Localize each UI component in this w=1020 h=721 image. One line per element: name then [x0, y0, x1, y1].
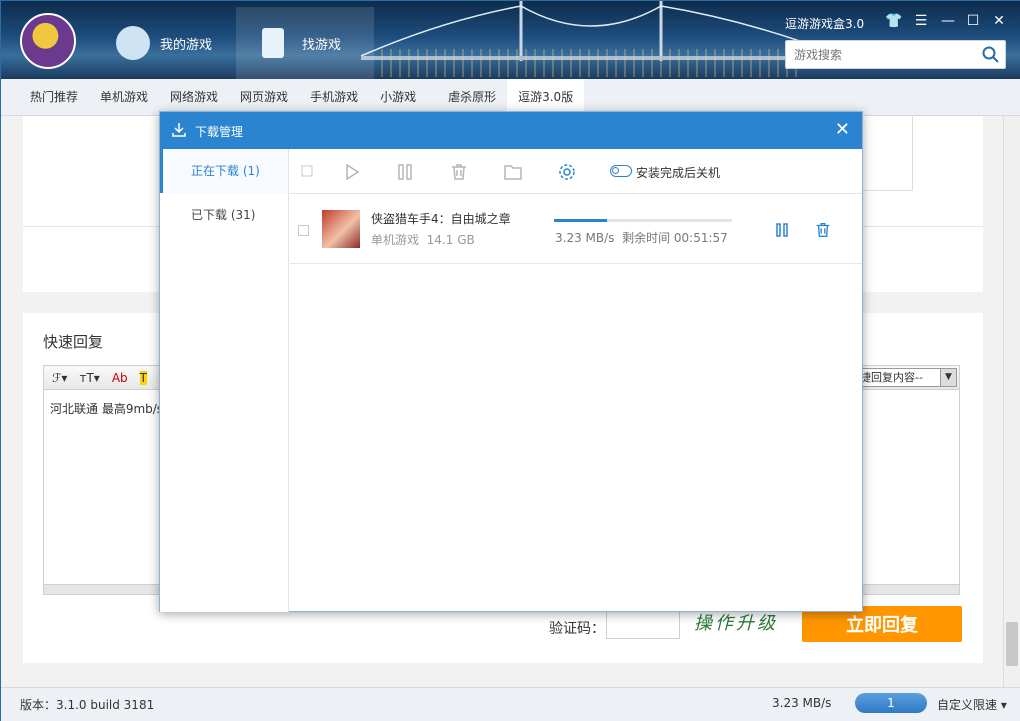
- progress-bar: [554, 219, 732, 222]
- editor-content[interactable]: 河北联通 最高9mb/s: [50, 400, 163, 417]
- shirt-icon[interactable]: 👕: [884, 11, 904, 31]
- download-speed: 3.23 MB/s: [772, 696, 832, 710]
- delete-icon[interactable]: [814, 221, 832, 239]
- captcha-label: 验证码：: [549, 621, 605, 637]
- tab-mobile[interactable]: 手机游戏: [299, 79, 369, 115]
- gear-icon[interactable]: [557, 162, 577, 182]
- download-count-badge[interactable]: 1: [855, 693, 927, 713]
- tab-web[interactable]: 网页游戏: [229, 79, 299, 115]
- tab-online[interactable]: 网络游戏: [159, 79, 229, 115]
- game-name: 侠盗猎车手4：自由城之章: [371, 212, 511, 226]
- header-banner: 我的游戏 找游戏 逗游游戏盒3.0 👕 ☰ — ☐ ✕: [1, 1, 1020, 79]
- tab-single[interactable]: 单机游戏: [89, 79, 159, 115]
- font-size-icon[interactable]: тT▾: [79, 371, 99, 385]
- nav-my-games[interactable]: 我的游戏: [106, 7, 231, 79]
- minimize-icon[interactable]: —: [938, 11, 958, 31]
- chevron-down-icon: ▼: [940, 369, 956, 386]
- font-color-icon[interactable]: Ab: [112, 371, 128, 385]
- version-text: 版本：3.1.0 build 3181: [20, 698, 155, 712]
- scrollbar-thumb[interactable]: [1006, 622, 1018, 666]
- user-gamepad-icon: [116, 26, 150, 60]
- search-icon[interactable]: [982, 46, 999, 63]
- dialog-header: 下载管理 ✕: [160, 112, 862, 149]
- row-speed: 3.23 MB/s: [555, 231, 615, 245]
- dialog-sidebar: 正在下载 (1) 已下载 (31): [160, 149, 289, 612]
- download-toolbar: 安装完成后关机: [290, 149, 862, 194]
- search-box[interactable]: [785, 40, 1006, 69]
- quick-reply-select[interactable]: 捷回复内容-- ▼: [857, 368, 957, 387]
- gamepad-icon: [262, 28, 284, 58]
- shutdown-toggle-label: 安装完成后关机: [636, 166, 721, 180]
- download-row[interactable]: 侠盗猎车手4：自由城之章 单机游戏 14.1 GB 3.23 MB/s 剩余时间…: [290, 195, 862, 264]
- tab-prototype[interactable]: 虐杀原形: [437, 79, 507, 115]
- game-meta: 单机游戏 14.1 GB: [371, 231, 475, 248]
- download-manager-dialog: 下载管理 ✕ 正在下载 (1) 已下载 (31) 安装完成后关机 侠盗猎车手4：…: [159, 111, 863, 612]
- sidebar-item-downloaded[interactable]: 已下载 (31): [160, 193, 288, 237]
- captcha-image[interactable]: 操作升级: [686, 609, 786, 639]
- app-window: 我的游戏 找游戏 逗游游戏盒3.0 👕 ☰ — ☐ ✕ 热门推荐 单机游戏 网络…: [0, 0, 1020, 721]
- tab-version[interactable]: 逗游3.0版: [507, 79, 585, 115]
- close-icon[interactable]: ✕: [989, 11, 1009, 31]
- nav-find-games-label: 找游戏: [302, 37, 342, 53]
- user-avatar[interactable]: [20, 13, 76, 69]
- select-all-checkbox[interactable]: [298, 162, 318, 182]
- page-scrollbar[interactable]: [1003, 116, 1020, 687]
- close-icon[interactable]: ✕: [835, 119, 850, 140]
- pause-icon[interactable]: [395, 162, 415, 182]
- dialog-title: 下载管理: [195, 125, 244, 139]
- folder-icon[interactable]: [503, 162, 523, 182]
- quick-reply-title: 快速回复: [43, 333, 104, 351]
- game-size: 14.1 GB: [426, 233, 475, 247]
- delete-icon[interactable]: [449, 162, 469, 182]
- speed-limit-menu[interactable]: 自定义限速 ▾: [937, 696, 1007, 713]
- download-icon: [172, 123, 186, 137]
- start-icon[interactable]: [342, 162, 362, 182]
- nav-my-games-label: 我的游戏: [160, 37, 213, 53]
- menu-icon[interactable]: ☰: [911, 11, 931, 31]
- tab-hot[interactable]: 热门推荐: [19, 79, 89, 115]
- quick-reply-select-value: 捷回复内容--: [860, 371, 923, 384]
- shutdown-toggle[interactable]: [610, 165, 632, 177]
- search-input[interactable]: [786, 41, 976, 68]
- captcha-input[interactable]: [606, 610, 680, 639]
- font-family-icon[interactable]: ℱ▾: [52, 371, 67, 385]
- game-category: 单机游戏: [371, 233, 420, 247]
- progress-fill: [554, 219, 608, 222]
- status-bar: 版本：3.1.0 build 3181 3.23 MB/s 1 自定义限速 ▾: [1, 687, 1020, 721]
- tab-mini[interactable]: 小游戏: [369, 79, 427, 115]
- game-thumbnail: [322, 210, 360, 248]
- maximize-icon[interactable]: ☐: [963, 11, 983, 31]
- sidebar-item-downloading[interactable]: 正在下载 (1): [160, 149, 288, 193]
- nav-find-games[interactable]: 找游戏: [236, 7, 374, 79]
- highlight-icon[interactable]: T: [139, 370, 147, 385]
- city-lights: [381, 49, 801, 77]
- remaining-label: 剩余时间: [622, 231, 671, 245]
- pause-icon[interactable]: [774, 222, 790, 238]
- progress-text: 3.23 MB/s 剩余时间 00:51:57: [555, 229, 728, 246]
- row-checkbox[interactable]: [298, 225, 309, 236]
- remaining-time: 00:51:57: [673, 231, 728, 245]
- app-title: 逗游游戏盒3.0: [785, 17, 865, 31]
